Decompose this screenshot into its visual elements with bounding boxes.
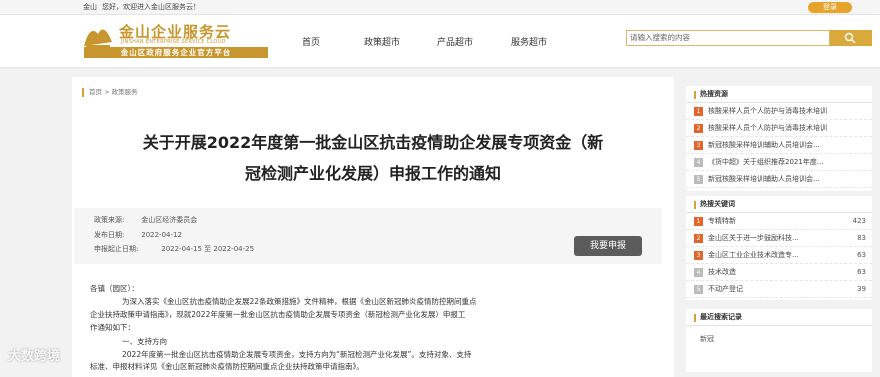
hot-keyword-item[interactable]: 1 专精特新 423 (686, 213, 872, 230)
breadcrumb[interactable]: 首页 > 政策服务 (82, 88, 138, 97)
hot-resource-item[interactable]: 3 新冠核酸采样培训辅助人员培训会... (686, 137, 872, 154)
hot-resources-title: 热搜资源 (686, 86, 872, 103)
login-button[interactable]: 登录 (808, 2, 852, 13)
welcome-text: 您好，欢迎进入金山区服务云！ (102, 3, 200, 11)
hot-resource-item[interactable]: 5 新冠核酸采样培训辅助人员培训会... (686, 171, 872, 188)
search-button[interactable] (830, 30, 872, 46)
body-paragraph: 企业扶持政策申请指南》，现就2022年度第一批金山区抗击疫情助企发展专项资金（新… (90, 310, 466, 319)
meta-period-value: 2022-04-15 至 2022-04-25 (161, 245, 255, 253)
title-line-1: 关于开展2022年度第一批金山区抗击疫情助企发展专项资金（新 (142, 133, 604, 152)
site-header: 金山企业服务云 JINSHAN ENTERPRISE SERVICE CLOUD… (0, 15, 880, 68)
body-paragraph: 作通知如下： (90, 323, 135, 332)
hot-resource-item[interactable]: 2 核酸采样人员个人防护与消毒技术培训 (686, 120, 872, 137)
logo-icon (84, 29, 112, 47)
meta-date: 发布日期: 2022-04-12 (94, 230, 182, 240)
hot-keyword-item[interactable]: 5 不动产登记 39 (686, 281, 872, 298)
hot-resource-item[interactable]: 1 核酸采样人员个人防护与消毒技术培训 (686, 103, 872, 120)
policy-meta: 政策来源: 金山区经济委员会 发布日期: 2022-04-12 申报起止日期: … (74, 208, 662, 264)
recent-search-title: 最近搜索记录 (686, 309, 872, 326)
nav-home[interactable]: 首页 (302, 35, 320, 48)
search-input[interactable]: 请输入搜索的内容 (626, 30, 830, 46)
nav-policy-market[interactable]: 政策超市 (364, 35, 400, 48)
title-line-2: 冠检测产业化发展）申报工作的通知 (244, 164, 501, 183)
watermark: 大数跨境 (8, 349, 61, 364)
meta-period: 申报起止日期: 2022-04-15 至 2022-04-25 (94, 244, 254, 254)
meta-date-label: 发布日期: (94, 231, 125, 239)
search-icon (844, 32, 856, 44)
hot-resources-panel: 热搜资源 1 核酸采样人员个人防护与消毒技术培训 2 核酸采样人员个人防护与消毒技术… (686, 86, 872, 191)
meta-date-value: 2022-04-12 (141, 231, 182, 239)
nav-service-market[interactable]: 服务超市 (511, 35, 547, 48)
page-title: 关于开展2022年度第一批金山区抗击疫情助企发展专项资金（新 冠检测产业化发展）… (82, 127, 664, 189)
hot-keyword-item[interactable]: 2 金山区关于进一步鼓励科技... 83 (686, 230, 872, 247)
body-paragraph: 各镇（园区）： (90, 284, 139, 293)
body-paragraph: 为深入落实《金山区抗击疫情助企发展22条政策措施》文件精神，根据《金山区新冠肺炎… (122, 297, 477, 306)
hot-keyword-item[interactable]: 4 技术改造 63 (686, 264, 872, 281)
hot-keywords-panel: 热搜关键词 1 专精特新 423 2 金山区关于进一步鼓励科技... 83 3 金山区工业… (686, 196, 872, 300)
meta-period-label: 申报起止日期: (94, 245, 139, 253)
apply-button[interactable]: 我要申报 (574, 236, 642, 256)
body-section-heading: 一、支持方向 (122, 337, 167, 346)
top-bar: 金山 您好，欢迎进入金山区服务云！ 登录 (0, 0, 880, 15)
article-panel: 首页 > 政策服务 关于开展2022年度第一批金山区抗击疫情助企发展专项资金（新… (72, 77, 674, 377)
meta-source: 政策来源: 金山区经济委员会 (94, 215, 197, 225)
hot-resource-item[interactable]: 4 《货中超》关于组织推荐2021年度... (686, 154, 872, 171)
location-label[interactable]: 金山 (83, 0, 97, 15)
hot-keywords-title: 热搜关键词 (686, 196, 872, 213)
logo-tagline: 金山区政府服务企业官方平台 (84, 47, 268, 58)
logo-subtitle: JINSHAN ENTERPRISE SERVICE CLOUD (121, 39, 226, 45)
recent-search-panel: 最近搜索记录 新冠 (686, 309, 872, 372)
meta-source-label: 政策来源: (94, 216, 125, 224)
recent-search-item[interactable]: 新冠 (686, 326, 872, 352)
meta-source-value: 金山区经济委员会 (141, 216, 198, 224)
nav-product-market[interactable]: 产品超市 (437, 35, 473, 48)
hot-keyword-item[interactable]: 3 金山区工业企业技术改造专... 63 (686, 247, 872, 264)
